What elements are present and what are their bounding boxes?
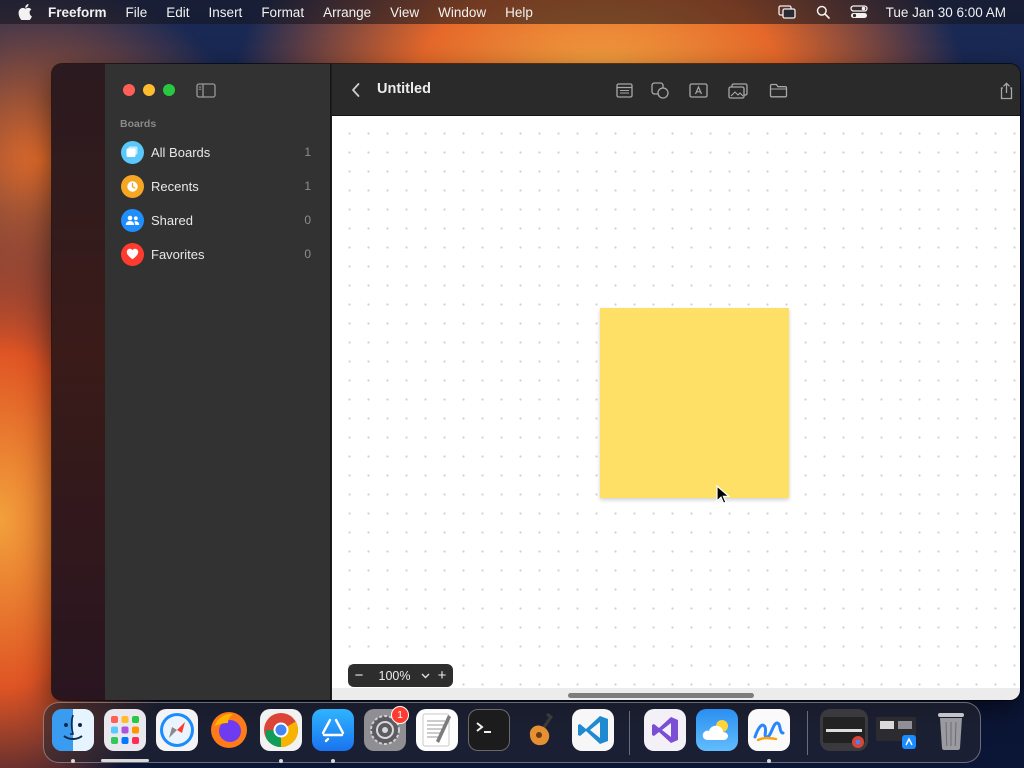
dock-separator — [807, 711, 808, 755]
mouse-pointer-icon — [716, 484, 731, 505]
sticky-note-tool-icon[interactable] — [614, 82, 634, 99]
dock-running-indicator — [279, 759, 283, 763]
folder-tool-icon[interactable] — [768, 82, 788, 99]
dock-firefox-icon[interactable] — [208, 709, 250, 751]
dock-weather-icon[interactable] — [696, 709, 738, 751]
people-icon — [121, 208, 144, 232]
share-icon[interactable] — [996, 81, 1016, 99]
menu-app-name[interactable]: Freeform — [48, 5, 107, 20]
freeform-window: Boards All Boards 1 Recents 1 Shared 0 F… — [52, 64, 1020, 700]
dock-running-indicator — [331, 759, 335, 763]
back-chevron-icon[interactable] — [350, 82, 362, 98]
zoom-in-button[interactable]: + — [431, 667, 453, 684]
sidebar-item-label: All Boards — [151, 144, 211, 160]
sticky-note[interactable] — [600, 308, 789, 498]
dock-scroll-indicator — [101, 759, 149, 762]
spotlight-search-icon[interactable] — [814, 5, 832, 19]
sidebar-item-all-boards[interactable]: All Boards 1 — [105, 135, 331, 169]
dock-app-store-icon[interactable] — [312, 709, 354, 751]
menu-arrange[interactable]: Arrange — [323, 5, 371, 20]
clock-icon — [121, 174, 144, 198]
media-tool-icon[interactable] — [728, 82, 748, 99]
dock-separator — [629, 711, 630, 755]
board-count: 0 — [304, 213, 311, 227]
scrollbar-thumb[interactable] — [568, 693, 754, 698]
sidebar-item-favorites[interactable]: Favorites 0 — [105, 237, 331, 271]
control-center-icon[interactable] — [850, 5, 868, 19]
text-box-tool-icon[interactable] — [688, 82, 708, 99]
dock-minimized-chrome-window-icon[interactable] — [820, 709, 868, 751]
menu-file[interactable]: File — [126, 5, 148, 20]
dock-visual-studio-icon[interactable] — [644, 709, 686, 751]
menu-insert[interactable]: Insert — [209, 5, 243, 20]
shapes-tool-icon[interactable] — [650, 82, 670, 99]
dock-garageband-icon[interactable] — [520, 709, 562, 751]
boards-section-label: Boards — [120, 118, 157, 130]
dock-running-indicator — [71, 759, 75, 763]
board-toolbar: Untitled — [332, 64, 1020, 116]
screen-mirroring-icon[interactable] — [778, 5, 796, 19]
board-title[interactable]: Untitled — [377, 81, 431, 97]
close-window-button[interactable] — [123, 84, 135, 96]
menu-help[interactable]: Help — [505, 5, 533, 20]
dock-safari-icon[interactable] — [156, 709, 198, 751]
dock: 1 — [43, 702, 981, 763]
sidebar-item-label: Recents — [151, 178, 199, 194]
minimize-window-button[interactable] — [143, 84, 155, 96]
dock-chrome-icon[interactable] — [260, 709, 302, 751]
dock-minimized-app-store-window-icon[interactable] — [874, 709, 920, 751]
sidebar-item-label: Shared — [151, 212, 193, 228]
chevron-down-icon[interactable] — [419, 673, 431, 679]
dock-finder-icon[interactable] — [52, 709, 94, 751]
horizontal-scrollbar[interactable] — [332, 688, 1020, 700]
settings-notification-badge: 1 — [391, 706, 409, 724]
sidebar: Boards All Boards 1 Recents 1 Shared 0 F… — [105, 64, 331, 700]
sidebar-toggle-icon[interactable] — [196, 83, 216, 98]
window-background-strip — [52, 64, 105, 700]
dock-launchpad-icon[interactable] — [104, 709, 146, 751]
menu-view[interactable]: View — [390, 5, 419, 20]
zoom-control: − 100% + — [348, 664, 453, 687]
sidebar-item-label: Favorites — [151, 246, 205, 262]
heart-icon — [121, 242, 144, 266]
board-list: All Boards 1 Recents 1 Shared 0 Favorite… — [105, 135, 331, 271]
dock-running-indicator — [767, 759, 771, 763]
menu-bar: Freeform File Edit Insert Format Arrange… — [0, 0, 1024, 24]
dock-vscode-icon[interactable] — [572, 709, 614, 751]
menu-window[interactable]: Window — [438, 5, 486, 20]
board-canvas[interactable]: − 100% + — [332, 116, 1020, 688]
dock-terminal-icon[interactable] — [468, 709, 510, 751]
board-count: 0 — [304, 247, 311, 261]
sidebar-item-recents[interactable]: Recents 1 — [105, 169, 331, 203]
window-controls — [123, 84, 175, 96]
menu-format[interactable]: Format — [261, 5, 304, 20]
all-boards-icon — [121, 140, 144, 164]
board-count: 1 — [304, 179, 311, 193]
menu-bar-clock[interactable]: Tue Jan 30 6:00 AM — [886, 5, 1006, 20]
apple-menu-icon[interactable] — [18, 4, 34, 20]
zoom-window-button[interactable] — [163, 84, 175, 96]
zoom-out-button[interactable]: − — [348, 667, 370, 684]
dock-textedit-icon[interactable] — [416, 709, 458, 751]
menu-edit[interactable]: Edit — [166, 5, 189, 20]
board-count: 1 — [304, 145, 311, 159]
zoom-level[interactable]: 100% — [370, 669, 419, 683]
dock-freeform-icon[interactable] — [748, 709, 790, 751]
sidebar-item-shared[interactable]: Shared 0 — [105, 203, 331, 237]
dock-trash-icon[interactable] — [930, 709, 972, 751]
